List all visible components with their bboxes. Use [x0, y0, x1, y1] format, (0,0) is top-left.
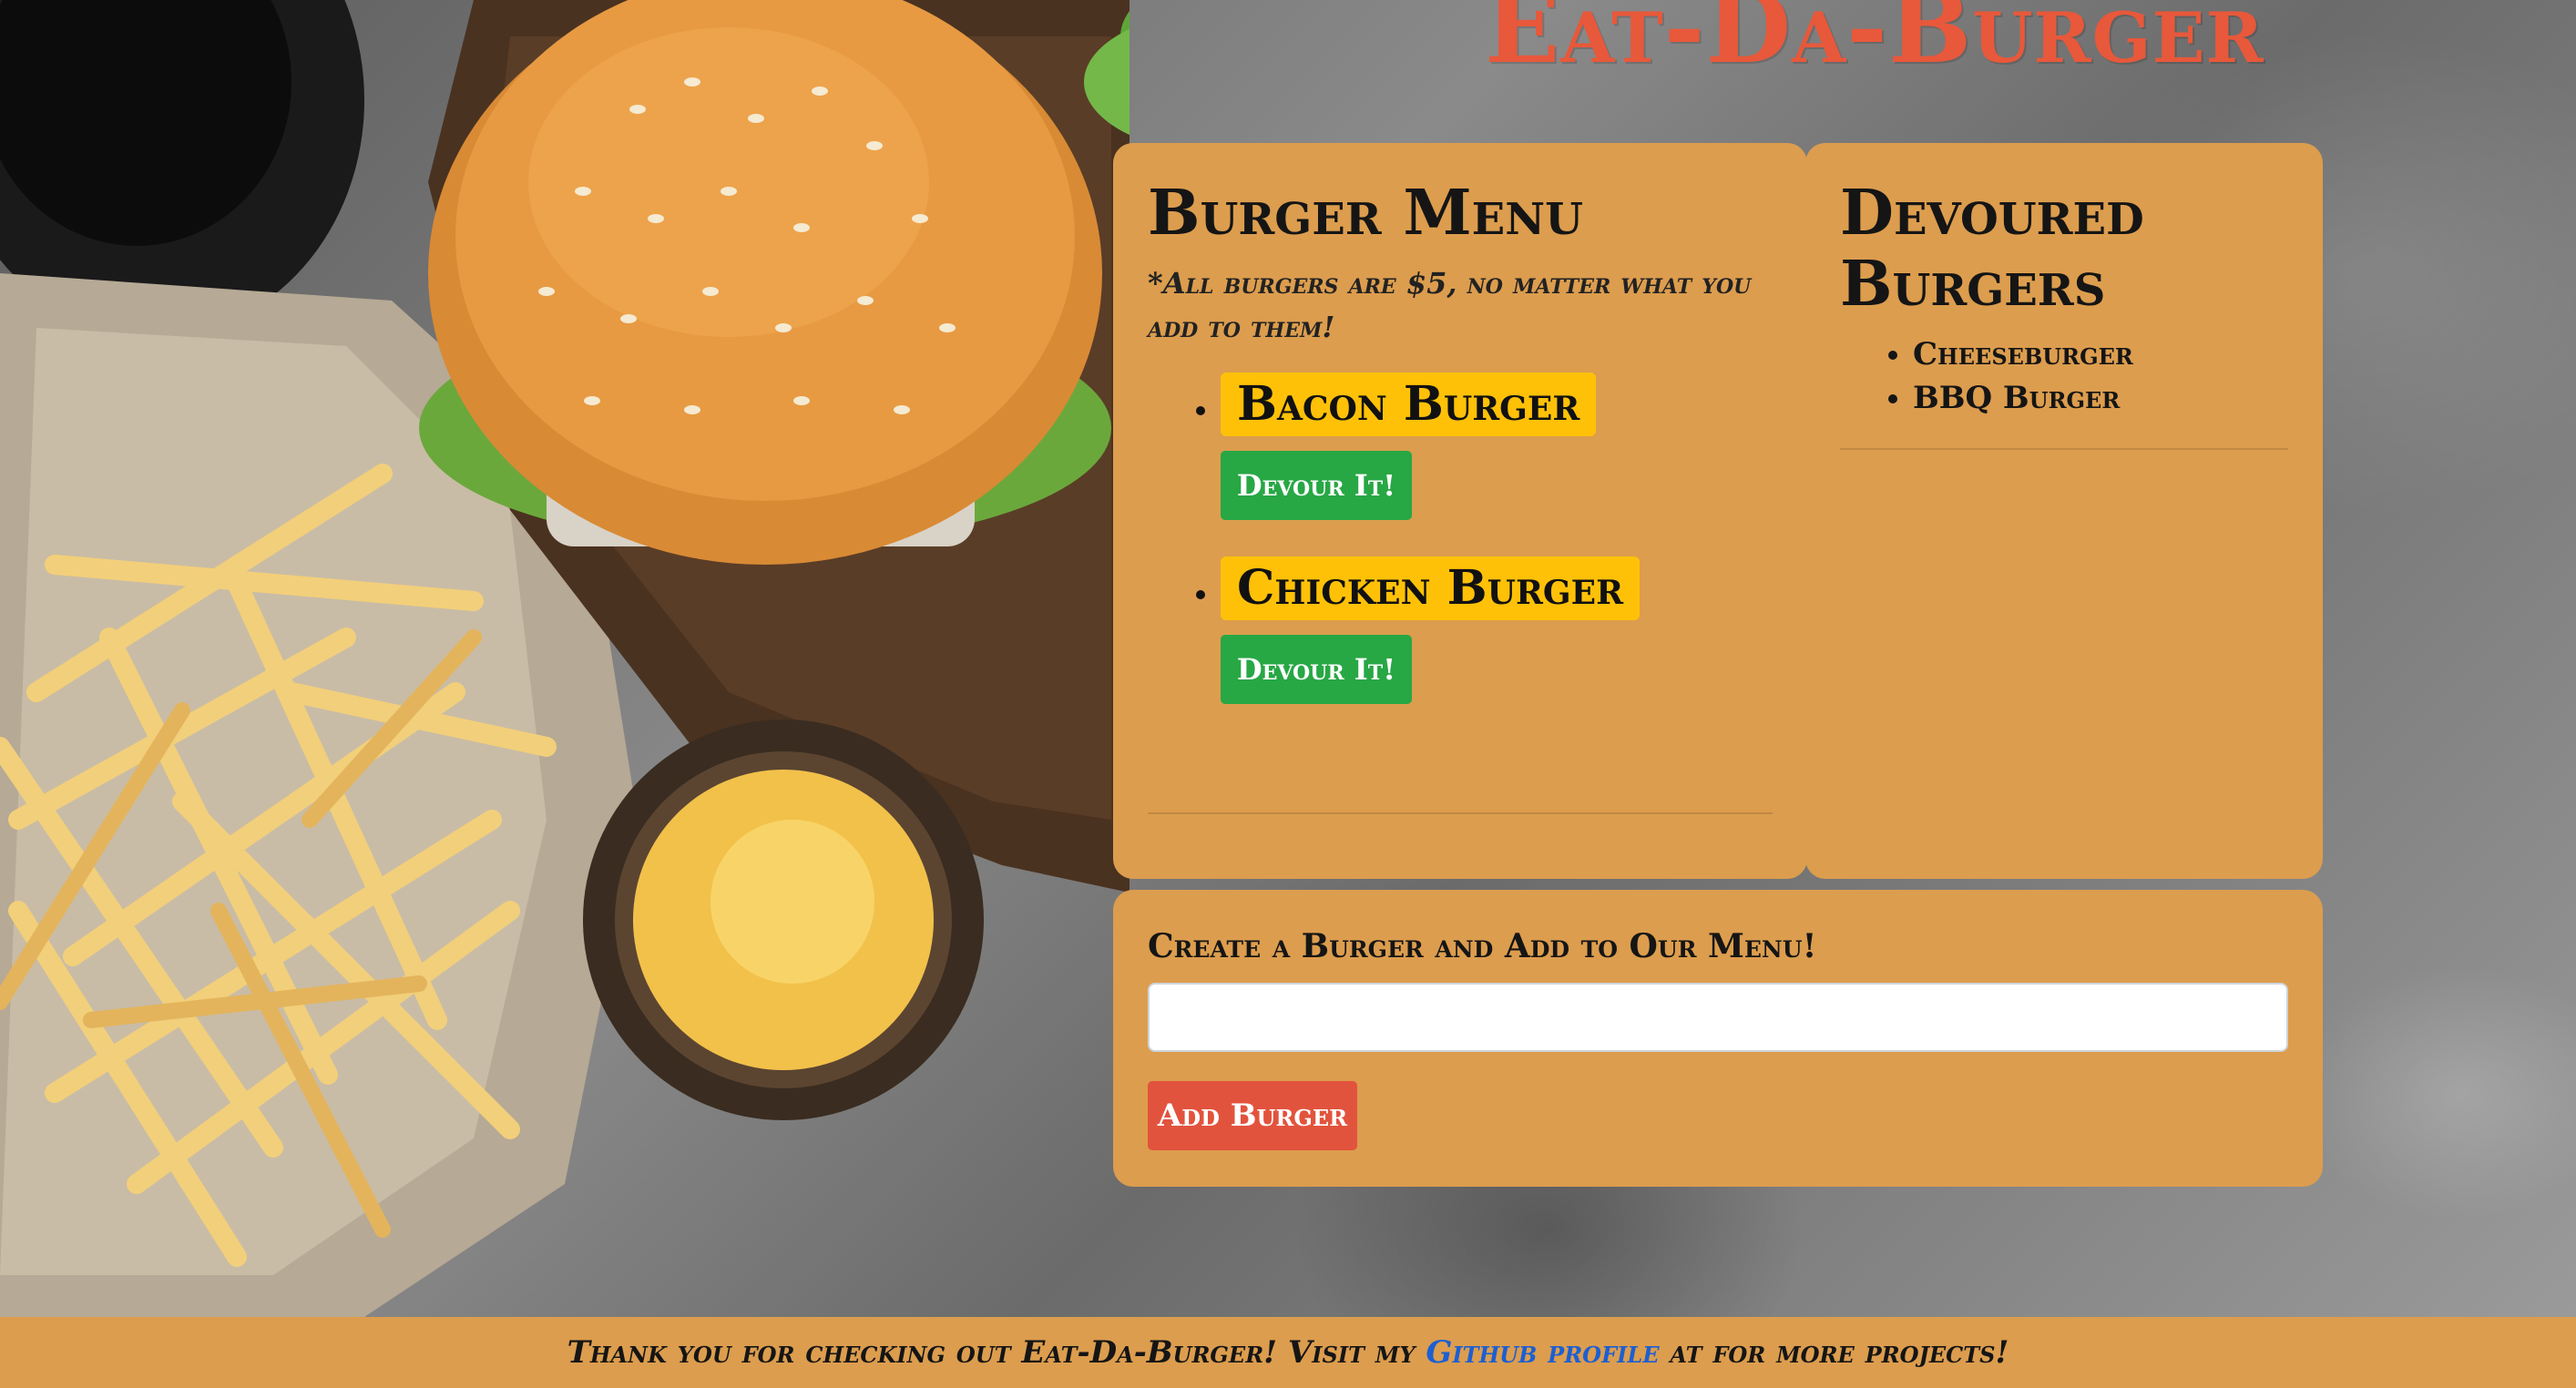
create-burger-form: Create a Burger and Add to Our Menu! Add… — [1113, 890, 2323, 1187]
devour-button-bacon-burger[interactable]: Devour It! — [1221, 451, 1412, 520]
add-burger-button[interactable]: Add Burger — [1148, 1081, 1357, 1150]
list-item: Chicken Burger Devour It! — [1221, 556, 1773, 704]
devoured-divider — [1840, 448, 2288, 450]
app-title: Eat-Da-Burger — [1485, 0, 2264, 86]
footer: Thank you for checking out Eat-Da-Burger… — [0, 1317, 2576, 1388]
list-item: Bacon Burger Devour It! — [1221, 373, 1773, 520]
price-note: *All burgers are $5, no matter what you … — [1148, 266, 1752, 344]
footer-text-after: at for more projects! — [1659, 1334, 2009, 1371]
devour-button-chicken-burger[interactable]: Devour It! — [1221, 635, 1412, 704]
list-item: Cheeseburger — [1913, 332, 2288, 376]
burger-fries-photo — [0, 0, 1130, 1317]
burger-name-badge: Chicken Burger — [1221, 556, 1640, 620]
devoured-list: Cheeseburger BBQ Burger — [1840, 332, 2288, 420]
burger-menu-heading: Burger Menu — [1148, 177, 1583, 250]
burger-name-badge: Bacon Burger — [1221, 373, 1597, 436]
github-profile-link[interactable]: Github profile — [1426, 1334, 1659, 1371]
footer-text-before: Thank you for checking out Eat-Da-Burger… — [567, 1334, 1426, 1371]
devoured-burgers-card: Devoured Burgers Cheeseburger BBQ Burger — [1805, 143, 2323, 879]
burger-menu-list: Bacon Burger Devour It! Chicken Burger D… — [1148, 373, 1773, 704]
burger-menu-card: Burger Menu *All burgers are $5, no matt… — [1113, 143, 1807, 879]
list-item: BBQ Burger — [1913, 376, 2288, 420]
burger-name-input[interactable] — [1148, 983, 2288, 1052]
devoured-heading: Devoured Burgers — [1840, 177, 2144, 321]
menu-divider — [1148, 812, 1773, 814]
create-burger-label: Create a Burger and Add to Our Menu! — [1148, 927, 1817, 965]
